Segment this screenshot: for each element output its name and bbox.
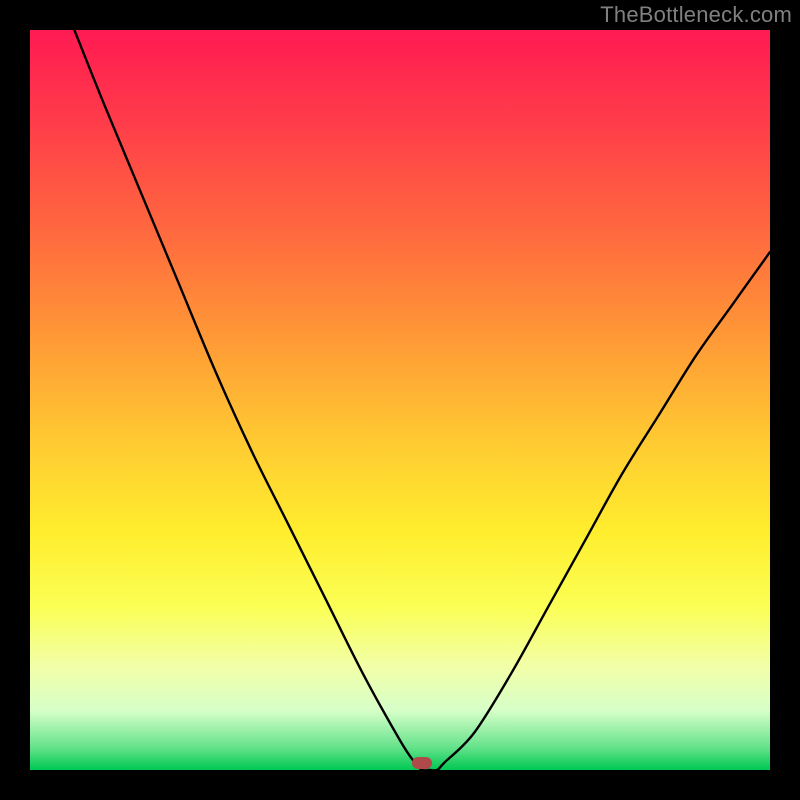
bottleneck-curve — [30, 30, 770, 770]
chart-frame: TheBottleneck.com — [0, 0, 800, 800]
watermark-text: TheBottleneck.com — [600, 2, 792, 28]
optimum-marker — [412, 757, 432, 769]
plot-area — [30, 30, 770, 770]
